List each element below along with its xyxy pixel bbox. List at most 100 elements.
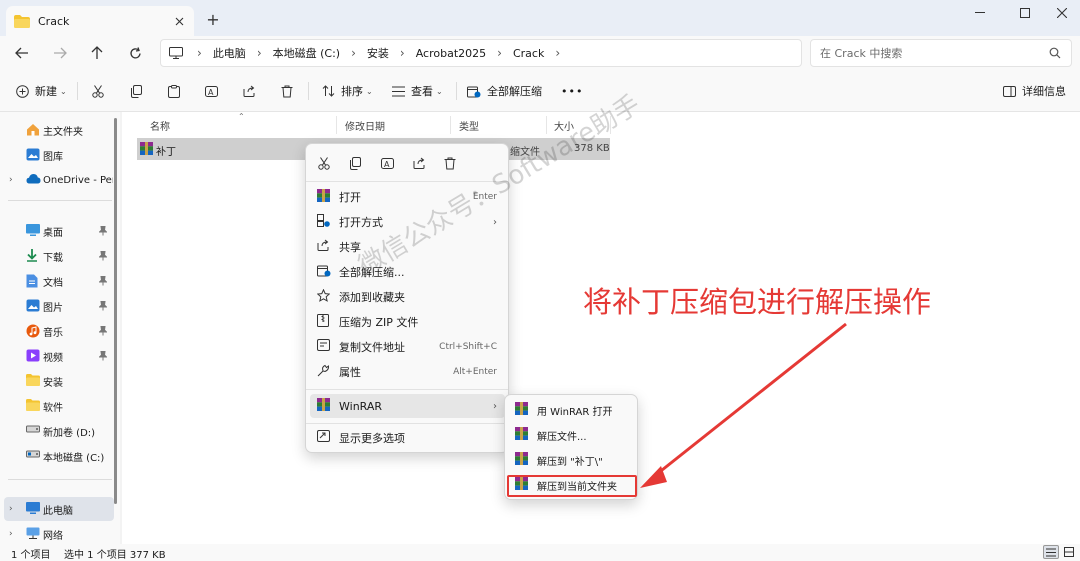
paste-button[interactable] [168,81,180,101]
menu-item-share[interactable]: 共享 [310,235,505,259]
new-tab-button[interactable]: + [204,10,222,29]
sidebar-item-downloads[interactable]: 下载 [0,244,116,268]
sidebar-item-this-pc[interactable]: › 此电脑 [4,497,114,521]
menu-item-open[interactable]: 打开 Enter [310,185,505,209]
share-action[interactable] [411,155,427,171]
back-button[interactable] [11,42,33,64]
menu-item-open-with[interactable]: 打开方式 › [310,210,505,234]
menu-item-copy-path[interactable]: 复制文件地址 Ctrl+Shift+C [310,335,505,359]
breadcrumb-chevron-icon[interactable]: › [549,46,566,60]
sidebar-item-pictures[interactable]: 图片 [0,294,116,318]
sort-button[interactable]: 排序 ⌄ [322,81,373,101]
maximize-button[interactable] [1011,4,1039,22]
submenu-item-extract-files[interactable]: 解压文件... [509,423,633,447]
breadcrumb-chevron-icon[interactable]: › [345,46,362,60]
rename-button[interactable]: A [205,81,218,101]
menu-item-show-more-options[interactable]: 显示更多选项 [310,426,505,450]
submenu-item-open-with-winrar[interactable]: 用 WinRAR 打开 [509,398,633,422]
menu-separator [306,423,508,424]
documents-icon [26,274,38,288]
context-menu: A 打开 Enter 打开方式 › 共享 全部解压缩... 添加到收藏夹 压缩为… [305,143,509,453]
breadcrumb-this-pc[interactable]: 此电脑 [208,45,251,61]
sidebar-item-desktop[interactable]: 桌面 [0,219,116,243]
sidebar-item-software[interactable]: 软件 [0,394,116,418]
menu-item-label: 打开 [339,191,361,204]
delete-action[interactable] [442,155,458,171]
column-header-name[interactable]: 名称 [150,118,170,133]
sidebar-item-onedrive[interactable]: › OneDrive - Per [0,168,116,192]
sidebar-item-label: 此电脑 [43,505,73,517]
sidebar-item-install[interactable]: 安装 [0,369,116,393]
sidebar-item-c-drive[interactable]: 本地磁盘 (C:) [0,444,116,468]
menu-item-add-to-favorites[interactable]: 添加到收藏夹 [310,285,505,309]
sidebar-item-videos[interactable]: 视频 [0,344,116,368]
menu-item-extract-all[interactable]: 全部解压缩... [310,260,505,284]
menu-item-label: 显示更多选项 [339,432,405,445]
submenu-item-extract-here[interactable]: 解压到当前文件夹 [509,473,633,497]
winrar-icon [515,427,528,440]
menu-item-compress-zip[interactable]: 压缩为 ZIP 文件 [310,310,505,334]
refresh-button[interactable] [124,42,146,64]
address-bar[interactable]: › 此电脑 › 本地磁盘 (C:) › 安装 › Acrobat2025 › C… [160,39,802,67]
sidebar-item-home[interactable]: 主文件夹 [0,118,116,142]
view-button[interactable]: 查看 ⌄ [392,81,443,101]
cut-action[interactable] [316,155,332,171]
up-button[interactable] [86,42,108,64]
sidebar-item-label: 本地磁盘 (C:) [43,452,105,464]
share-button[interactable] [243,81,256,101]
submenu-item-label: 解压到当前文件夹 [537,481,617,493]
breadcrumb-chevron-icon[interactable]: › [394,46,411,60]
column-header-type[interactable]: 类型 [459,118,479,133]
chevron-right-icon[interactable]: › [9,529,13,539]
breadcrumb-install[interactable]: 安装 [362,45,394,61]
pin-icon [99,301,107,311]
sidebar-item-documents[interactable]: 文档 [0,269,116,293]
more-options-button[interactable]: ••• [561,81,583,101]
menu-item-properties[interactable]: 属性 Alt+Enter [310,360,505,384]
breadcrumb-crack[interactable]: Crack [508,47,549,60]
sidebar-item-network[interactable]: › 网络 [0,522,116,546]
sidebar-scrollbar[interactable] [114,118,117,504]
breadcrumb-acrobat2025[interactable]: Acrobat2025 [411,47,491,60]
column-header-size[interactable]: 大小 [554,118,574,133]
tiles-view-button[interactable] [1061,545,1077,559]
column-divider[interactable] [450,116,451,134]
submenu-item-extract-to-folder[interactable]: 解压到 "补丁\" [509,448,633,472]
breadcrumb-c-drive[interactable]: 本地磁盘 (C:) [268,45,345,61]
sidebar-item-gallery[interactable]: 图库 [0,143,116,167]
column-divider[interactable] [546,116,547,134]
search-input[interactable]: 在 Crack 中搜索 [810,39,1072,67]
minimize-button[interactable] [966,4,994,22]
details-pane-button[interactable]: 详细信息 [1003,81,1066,101]
share-icon [243,85,256,97]
cut-button[interactable] [92,81,104,101]
menu-item-winrar[interactable]: WinRAR › [310,394,505,418]
copy-action[interactable] [347,155,363,171]
column-divider[interactable] [610,116,611,134]
sidebar-item-music[interactable]: 音乐 [0,319,116,343]
column-header-modified[interactable]: 修改日期 [345,118,385,133]
details-view-button[interactable] [1043,545,1059,559]
breadcrumb-chevron-icon[interactable]: › [491,46,508,60]
winrar-submenu: 用 WinRAR 打开 解压文件... 解压到 "补丁\" 解压到当前文件夹 [504,394,638,500]
tab-crack[interactable]: Crack [6,6,194,36]
search-placeholder: 在 Crack 中搜索 [820,47,903,60]
chevron-right-icon: › [493,216,497,228]
delete-button[interactable] [281,81,293,101]
extract-icon [467,85,481,98]
chevron-right-icon[interactable]: › [9,175,13,185]
breadcrumb-chevron-icon[interactable]: › [251,46,268,60]
forward-button[interactable] [49,42,71,64]
rename-action[interactable]: A [379,155,395,171]
view-list-icon [392,86,405,97]
extract-all-button[interactable]: 全部解压缩 [467,81,542,101]
copy-button[interactable] [130,81,142,101]
scissors-icon [318,156,330,170]
clipboard-icon [168,84,180,98]
column-divider[interactable] [336,116,337,134]
sidebar-item-d-drive[interactable]: 新加卷 (D:) [0,419,116,443]
chevron-right-icon[interactable]: › [9,504,13,514]
close-window-button[interactable] [1048,4,1076,22]
new-button[interactable]: 新建 ⌄ [16,81,67,101]
close-tab-icon[interactable] [172,14,186,28]
